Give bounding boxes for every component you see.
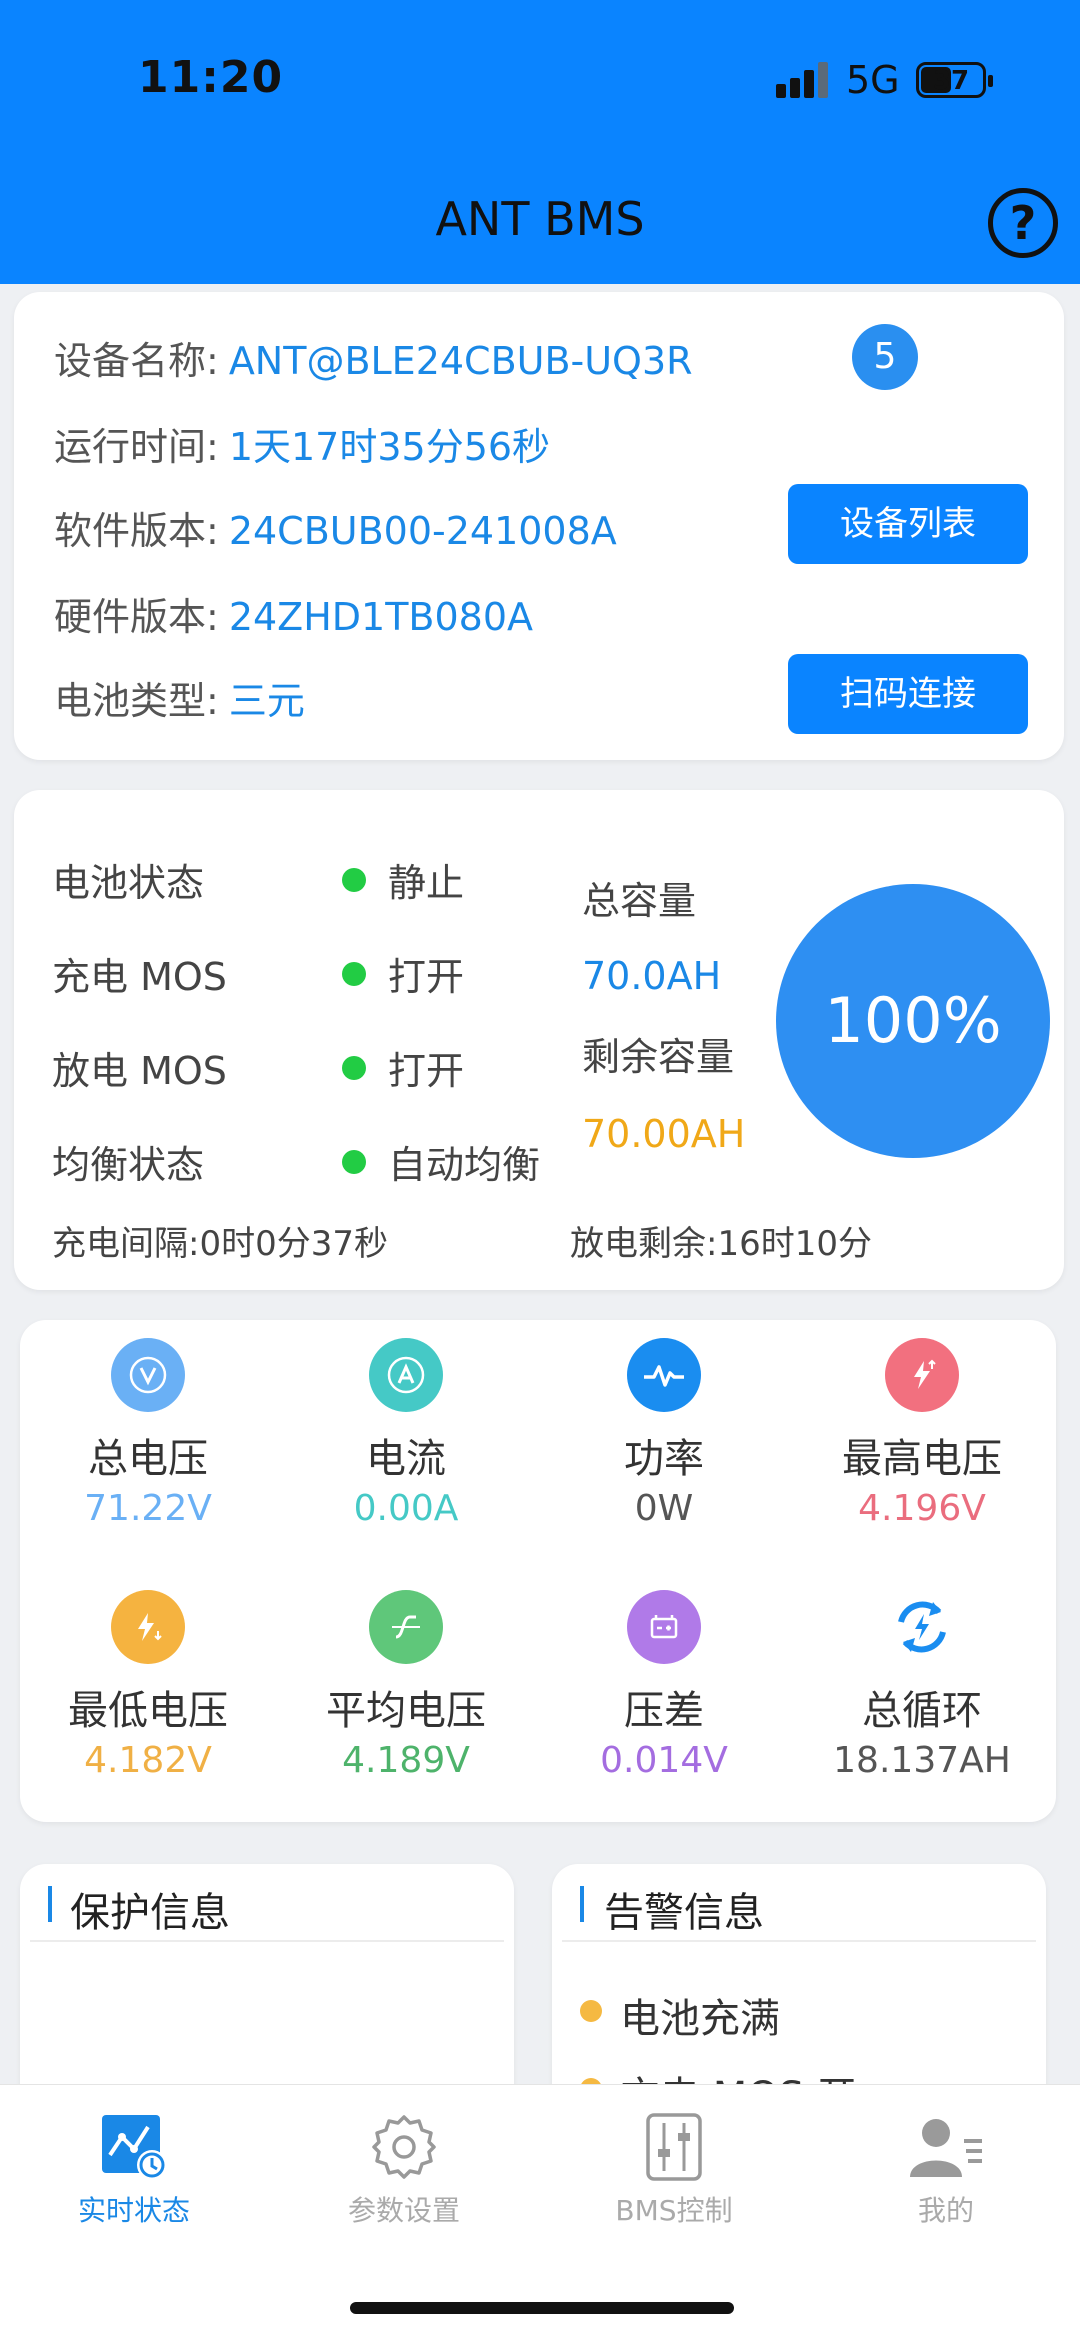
metric-value: 71.22V: [84, 1488, 212, 1529]
soc-circle: 100%: [776, 884, 1050, 1158]
voltage-diff-icon: [627, 1590, 701, 1664]
tab-mine[interactable]: 我的: [836, 2111, 1056, 2229]
metric-value: 4.182V: [84, 1740, 212, 1781]
metric-value: 0W: [634, 1488, 694, 1529]
divider: [30, 1940, 504, 1942]
tab-parameter-settings[interactable]: 参数设置: [294, 2111, 514, 2229]
battery-icon: 37: [916, 62, 993, 98]
tab-label: BMS控制: [615, 2194, 733, 2227]
device-name-label: 设备名称:: [54, 339, 219, 383]
gear-icon: [372, 2115, 436, 2179]
run-time-row: 运行时间: 1天17时35分56秒: [54, 416, 550, 471]
metric-value: 18.137AH: [833, 1740, 1011, 1781]
sliders-icon: [646, 2113, 702, 2181]
status-dot-icon: [342, 868, 366, 892]
alarm-item: 电池充满: [620, 1996, 780, 2042]
title-accent: [48, 1886, 52, 1922]
run-time-value: 1天17时35分56秒: [228, 425, 551, 469]
status-value-battery: 静止: [388, 861, 465, 905]
device-list-button[interactable]: 设备列表: [788, 484, 1028, 564]
alarm-info-title: 告警信息: [604, 1890, 764, 1936]
metric-name: 最高电压: [842, 1436, 1002, 1482]
home-indicator: [350, 2302, 734, 2314]
hardware-version-row: 硬件版本: 24ZHD1TB080A: [54, 586, 533, 641]
avg-voltage-icon: [369, 1590, 443, 1664]
tab-bms-control[interactable]: BMS控制: [564, 2111, 784, 2229]
metric-name: 最低电压: [68, 1688, 228, 1734]
power-icon: [627, 1338, 701, 1412]
tab-label: 我的: [917, 2194, 974, 2227]
metric-total-cycle: 总循环 18.137AH: [792, 1590, 1052, 1781]
metric-name: 总循环: [862, 1688, 982, 1734]
tab-label: 实时状态: [77, 2194, 190, 2227]
metric-current: 电流 0.00A: [276, 1338, 536, 1529]
title-accent: [580, 1886, 584, 1922]
device-name-value: ANT@BLE24CBUB-UQ3R: [228, 339, 693, 383]
max-voltage-icon: [885, 1338, 959, 1412]
status-label-charge-mos: 充电 MOS: [52, 955, 227, 999]
network-type: 5G: [846, 58, 900, 102]
status-time: 11:20: [138, 52, 284, 103]
remaining-capacity-label: 剩余容量: [582, 1035, 735, 1079]
charge-interval: 充电间隔:0时0分37秒: [52, 1224, 388, 1264]
metric-value: 4.189V: [342, 1740, 470, 1781]
metric-name: 平均电压: [326, 1688, 486, 1734]
metric-value: 0.014V: [600, 1740, 728, 1781]
protect-info-title: 保护信息: [70, 1890, 230, 1936]
software-version-label: 软件版本:: [54, 509, 219, 553]
divider: [562, 1940, 1036, 1942]
total-capacity-label: 总容量: [582, 879, 697, 923]
signal-icon: [776, 62, 834, 98]
status-label-balance: 均衡状态: [52, 1143, 205, 1187]
metric-name: 压差: [624, 1688, 704, 1734]
status-dot-icon: [342, 1056, 366, 1080]
alarm-dot-icon: [580, 2000, 602, 2022]
voltage-icon: [111, 1338, 185, 1412]
hardware-version-value: 24ZHD1TB080A: [228, 595, 534, 639]
min-voltage-icon: [111, 1590, 185, 1664]
battery-type-value: 三元: [228, 679, 305, 723]
status-label-battery: 电池状态: [52, 861, 205, 905]
scan-connect-button[interactable]: 扫码连接: [788, 654, 1028, 734]
metric-power: 功率 0W: [534, 1338, 794, 1529]
run-time-label: 运行时间:: [54, 425, 219, 469]
metric-avg-voltage: 平均电压 4.189V: [276, 1590, 536, 1781]
discharge-remaining: 放电剩余:16时10分: [570, 1224, 872, 1264]
status-value-balance: 自动均衡: [388, 1143, 541, 1187]
battery-type-label: 电池类型:: [54, 679, 219, 723]
realtime-status-icon: [102, 2115, 167, 2180]
status-dot-icon: [342, 962, 366, 986]
device-name-row: 设备名称: ANT@BLE24CBUB-UQ3R: [54, 330, 693, 385]
metric-total-voltage: 总电压 71.22V: [18, 1338, 278, 1529]
metric-min-voltage: 最低电压 4.182V: [18, 1590, 278, 1781]
device-count-badge: 5: [852, 324, 918, 390]
battery-type-row: 电池类型: 三元: [54, 670, 305, 725]
current-icon: [369, 1338, 443, 1412]
app-header: 11:20 5G 37 ANT BMS ?: [0, 0, 1080, 284]
status-dot-icon: [342, 1150, 366, 1174]
metric-name: 电流: [366, 1436, 446, 1482]
tab-realtime-status[interactable]: 实时状态: [24, 2111, 244, 2229]
remaining-capacity-value: 70.00AH: [582, 1112, 746, 1156]
metric-max-voltage: 最高电压 4.196V: [792, 1338, 1052, 1529]
metric-value: 4.196V: [858, 1488, 986, 1529]
user-icon: [910, 2119, 982, 2177]
software-version-value: 24CBUB00-241008A: [228, 509, 617, 553]
hardware-version-label: 硬件版本:: [54, 595, 219, 639]
metric-name: 总电压: [88, 1436, 208, 1482]
metric-voltage-diff: 压差 0.014V: [534, 1590, 794, 1781]
page-title: ANT BMS: [435, 192, 645, 246]
battery-level: 37: [932, 66, 970, 96]
status-value-charge-mos: 打开: [388, 955, 465, 999]
status-label-discharge-mos: 放电 MOS: [52, 1049, 227, 1093]
metric-value: 0.00A: [353, 1488, 459, 1529]
status-value-discharge-mos: 打开: [388, 1049, 465, 1093]
tab-label: 参数设置: [347, 2194, 460, 2227]
metric-name: 功率: [624, 1436, 704, 1482]
total-capacity-value: 70.0AH: [582, 954, 722, 998]
question-circle-icon[interactable]: ?: [988, 188, 1058, 258]
software-version-row: 软件版本: 24CBUB00-241008A: [54, 500, 617, 555]
cycle-icon: [885, 1590, 959, 1664]
